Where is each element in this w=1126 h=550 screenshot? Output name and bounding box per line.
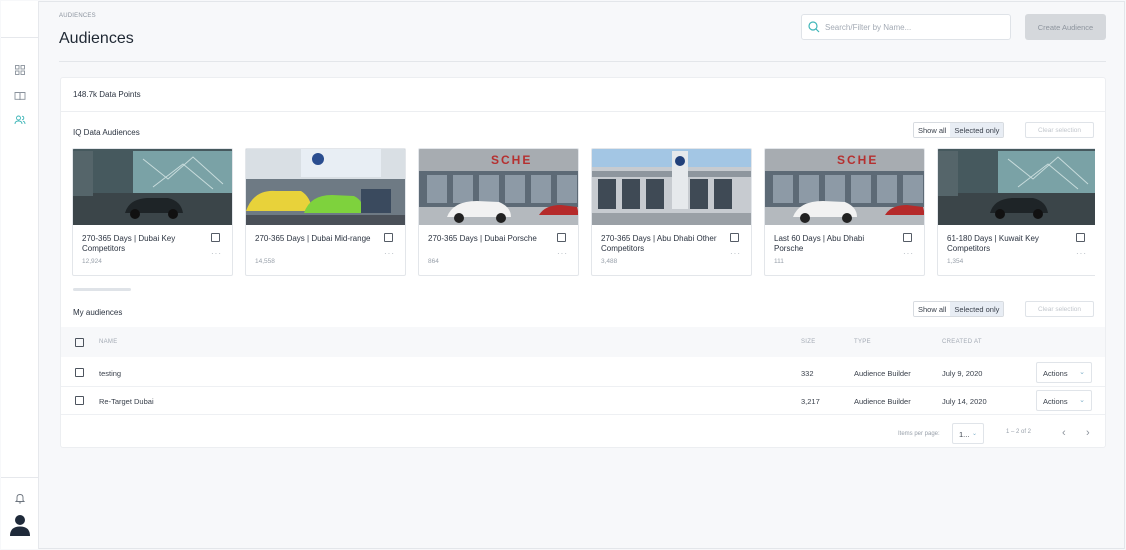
tile-count: 3,488 <box>601 258 618 265</box>
chevron-down-icon: ⌄ <box>971 431 977 437</box>
chevron-down-icon: ⌄ <box>1079 369 1085 376</box>
my-show-all-button[interactable]: Show all <box>914 302 951 316</box>
next-page-icon[interactable]: › <box>1086 427 1090 439</box>
avatar[interactable] <box>9 513 31 537</box>
iq-filter-toggle: Show all Selected only <box>913 122 1005 138</box>
column-size[interactable]: SIZE <box>801 339 816 345</box>
more-options-icon[interactable]: ··· <box>557 249 568 258</box>
row-name[interactable]: testing <box>99 369 121 378</box>
pagination-range: 1 – 2 of 2 <box>1006 429 1032 435</box>
tile-image-auto-show <box>246 149 405 225</box>
actions-dropdown[interactable]: Actions ⌄ <box>1036 362 1092 383</box>
items-per-page-label: Items per page: <box>898 431 940 437</box>
audience-tile[interactable]: 270-365 Days | Abu Dhabi Other Competito… <box>591 148 752 276</box>
my-clear-selection-button[interactable]: Clear selection <box>1025 301 1094 317</box>
carousel-scrollbar[interactable] <box>73 288 131 291</box>
items-per-page-value: 1... <box>959 430 970 439</box>
svg-text:SCHE: SCHE <box>837 153 878 167</box>
select-all-checkbox[interactable] <box>75 338 84 347</box>
more-options-icon[interactable]: ··· <box>903 249 914 258</box>
my-filter-toggle: Show all Selected only <box>913 301 1005 317</box>
tile-name: Last 60 Days | Abu Dhabi Porsche <box>774 234 865 253</box>
tile-image-showroom <box>938 149 1095 225</box>
tile-checkbox[interactable] <box>384 233 393 242</box>
previous-page-icon[interactable]: ‹ <box>1062 427 1066 439</box>
tile-image-porsche: SCHE <box>765 149 924 225</box>
sidebar <box>1 1 39 549</box>
tile-name: 270-365 Days | Dubai Porsche <box>428 234 537 243</box>
row-type: Audience Builder <box>854 397 911 406</box>
my-selected-only-button[interactable]: Selected only <box>950 302 1004 316</box>
tile-image-showroom <box>73 149 232 225</box>
bell-icon[interactable] <box>13 491 27 505</box>
row-checkbox[interactable] <box>75 368 84 377</box>
tile-count: 14,558 <box>255 258 275 265</box>
grid-icon[interactable] <box>13 63 27 77</box>
users-icon[interactable] <box>13 113 27 127</box>
data-points-summary: 148.7k Data Points <box>73 90 141 99</box>
chevron-down-icon: ⌄ <box>1079 397 1085 404</box>
my-audiences-title: My audiences <box>73 308 123 317</box>
more-options-icon[interactable]: ··· <box>211 249 222 258</box>
tile-checkbox[interactable] <box>557 233 566 242</box>
audience-tile[interactable]: SCHE 270-365 Days | Dubai Porsche 864 ··… <box>418 148 579 276</box>
iq-selected-only-button[interactable]: Selected only <box>950 123 1004 137</box>
more-options-icon[interactable]: ··· <box>1076 249 1087 258</box>
audience-tile[interactable]: SCHE Last 60 Days | Abu Dhabi Porsche 11… <box>764 148 925 276</box>
tile-checkbox[interactable] <box>1076 233 1085 242</box>
tile-name: 270-365 Days | Abu Dhabi Other Competito… <box>601 234 717 253</box>
tile-name: 270-365 Days | Dubai Key Competitors <box>82 234 176 253</box>
tile-name: 270-365 Days | Dubai Mid-range <box>255 234 371 243</box>
tile-name: 61-180 Days | Kuwait Key Competitors <box>947 234 1039 253</box>
tile-count: 864 <box>428 258 439 265</box>
iq-show-all-button[interactable]: Show all <box>914 123 951 137</box>
iq-clear-selection-button[interactable]: Clear selection <box>1025 122 1094 138</box>
tile-count: 1,354 <box>947 258 964 265</box>
column-name[interactable]: NAME <box>99 339 118 345</box>
tile-image-dealership <box>592 149 751 225</box>
book-icon[interactable] <box>13 89 27 103</box>
row-size: 3,217 <box>801 397 820 406</box>
row-created-at: July 9, 2020 <box>942 369 983 378</box>
breadcrumb[interactable]: AUDIENCES <box>59 13 96 19</box>
actions-dropdown[interactable]: Actions ⌄ <box>1036 390 1092 411</box>
row-created-at: July 14, 2020 <box>942 397 987 406</box>
audience-tile[interactable]: 270-365 Days | Dubai Key Competitors 12,… <box>72 148 233 276</box>
tile-checkbox[interactable] <box>211 233 220 242</box>
row-size: 332 <box>801 369 814 378</box>
more-options-icon[interactable]: ··· <box>384 249 395 258</box>
search-input[interactable] <box>825 20 1005 35</box>
table-row[interactable]: Re-Target Dubai 3,217 Audience Builder J… <box>61 387 1105 415</box>
table-row[interactable]: testing 332 Audience Builder July 9, 202… <box>61 359 1105 387</box>
search-icon <box>808 21 820 33</box>
sidebar-logo-area <box>1 1 38 38</box>
row-type: Audience Builder <box>854 369 911 378</box>
tile-checkbox[interactable] <box>730 233 739 242</box>
header-divider <box>59 61 1106 62</box>
search-box[interactable] <box>801 14 1011 40</box>
iq-section-title: IQ Data Audiences <box>73 128 140 137</box>
card-divider <box>61 111 1105 112</box>
audience-tile[interactable]: 270-365 Days | Dubai Mid-range 14,558 ··… <box>245 148 406 276</box>
page-title: Audiences <box>59 30 134 47</box>
column-type[interactable]: TYPE <box>854 339 871 345</box>
tile-count: 12,924 <box>82 258 102 265</box>
iq-audience-carousel: 270-365 Days | Dubai Key Competitors 12,… <box>72 148 1095 276</box>
items-per-page-select[interactable]: 1... ⌄ <box>952 423 984 444</box>
tile-count: 111 <box>774 258 784 265</box>
row-checkbox[interactable] <box>75 396 84 405</box>
actions-label: Actions <box>1043 397 1068 406</box>
sidebar-divider <box>1 477 39 478</box>
column-created-at[interactable]: CREATED AT <box>942 339 982 345</box>
tile-image-porsche: SCHE <box>419 149 578 225</box>
audiences-card: 148.7k Data Points IQ Data Audiences Sho… <box>60 77 1106 448</box>
create-audience-button[interactable]: Create Audience <box>1025 14 1106 40</box>
row-name[interactable]: Re-Target Dubai <box>99 397 154 406</box>
svg-text:SCHE: SCHE <box>491 153 532 167</box>
audience-tile[interactable]: 61-180 Days | Kuwait Key Competitors 1,3… <box>937 148 1095 276</box>
more-options-icon[interactable]: ··· <box>730 249 741 258</box>
actions-label: Actions <box>1043 369 1068 378</box>
table-header: NAME SIZE TYPE CREATED AT <box>61 327 1105 357</box>
tile-checkbox[interactable] <box>903 233 912 242</box>
